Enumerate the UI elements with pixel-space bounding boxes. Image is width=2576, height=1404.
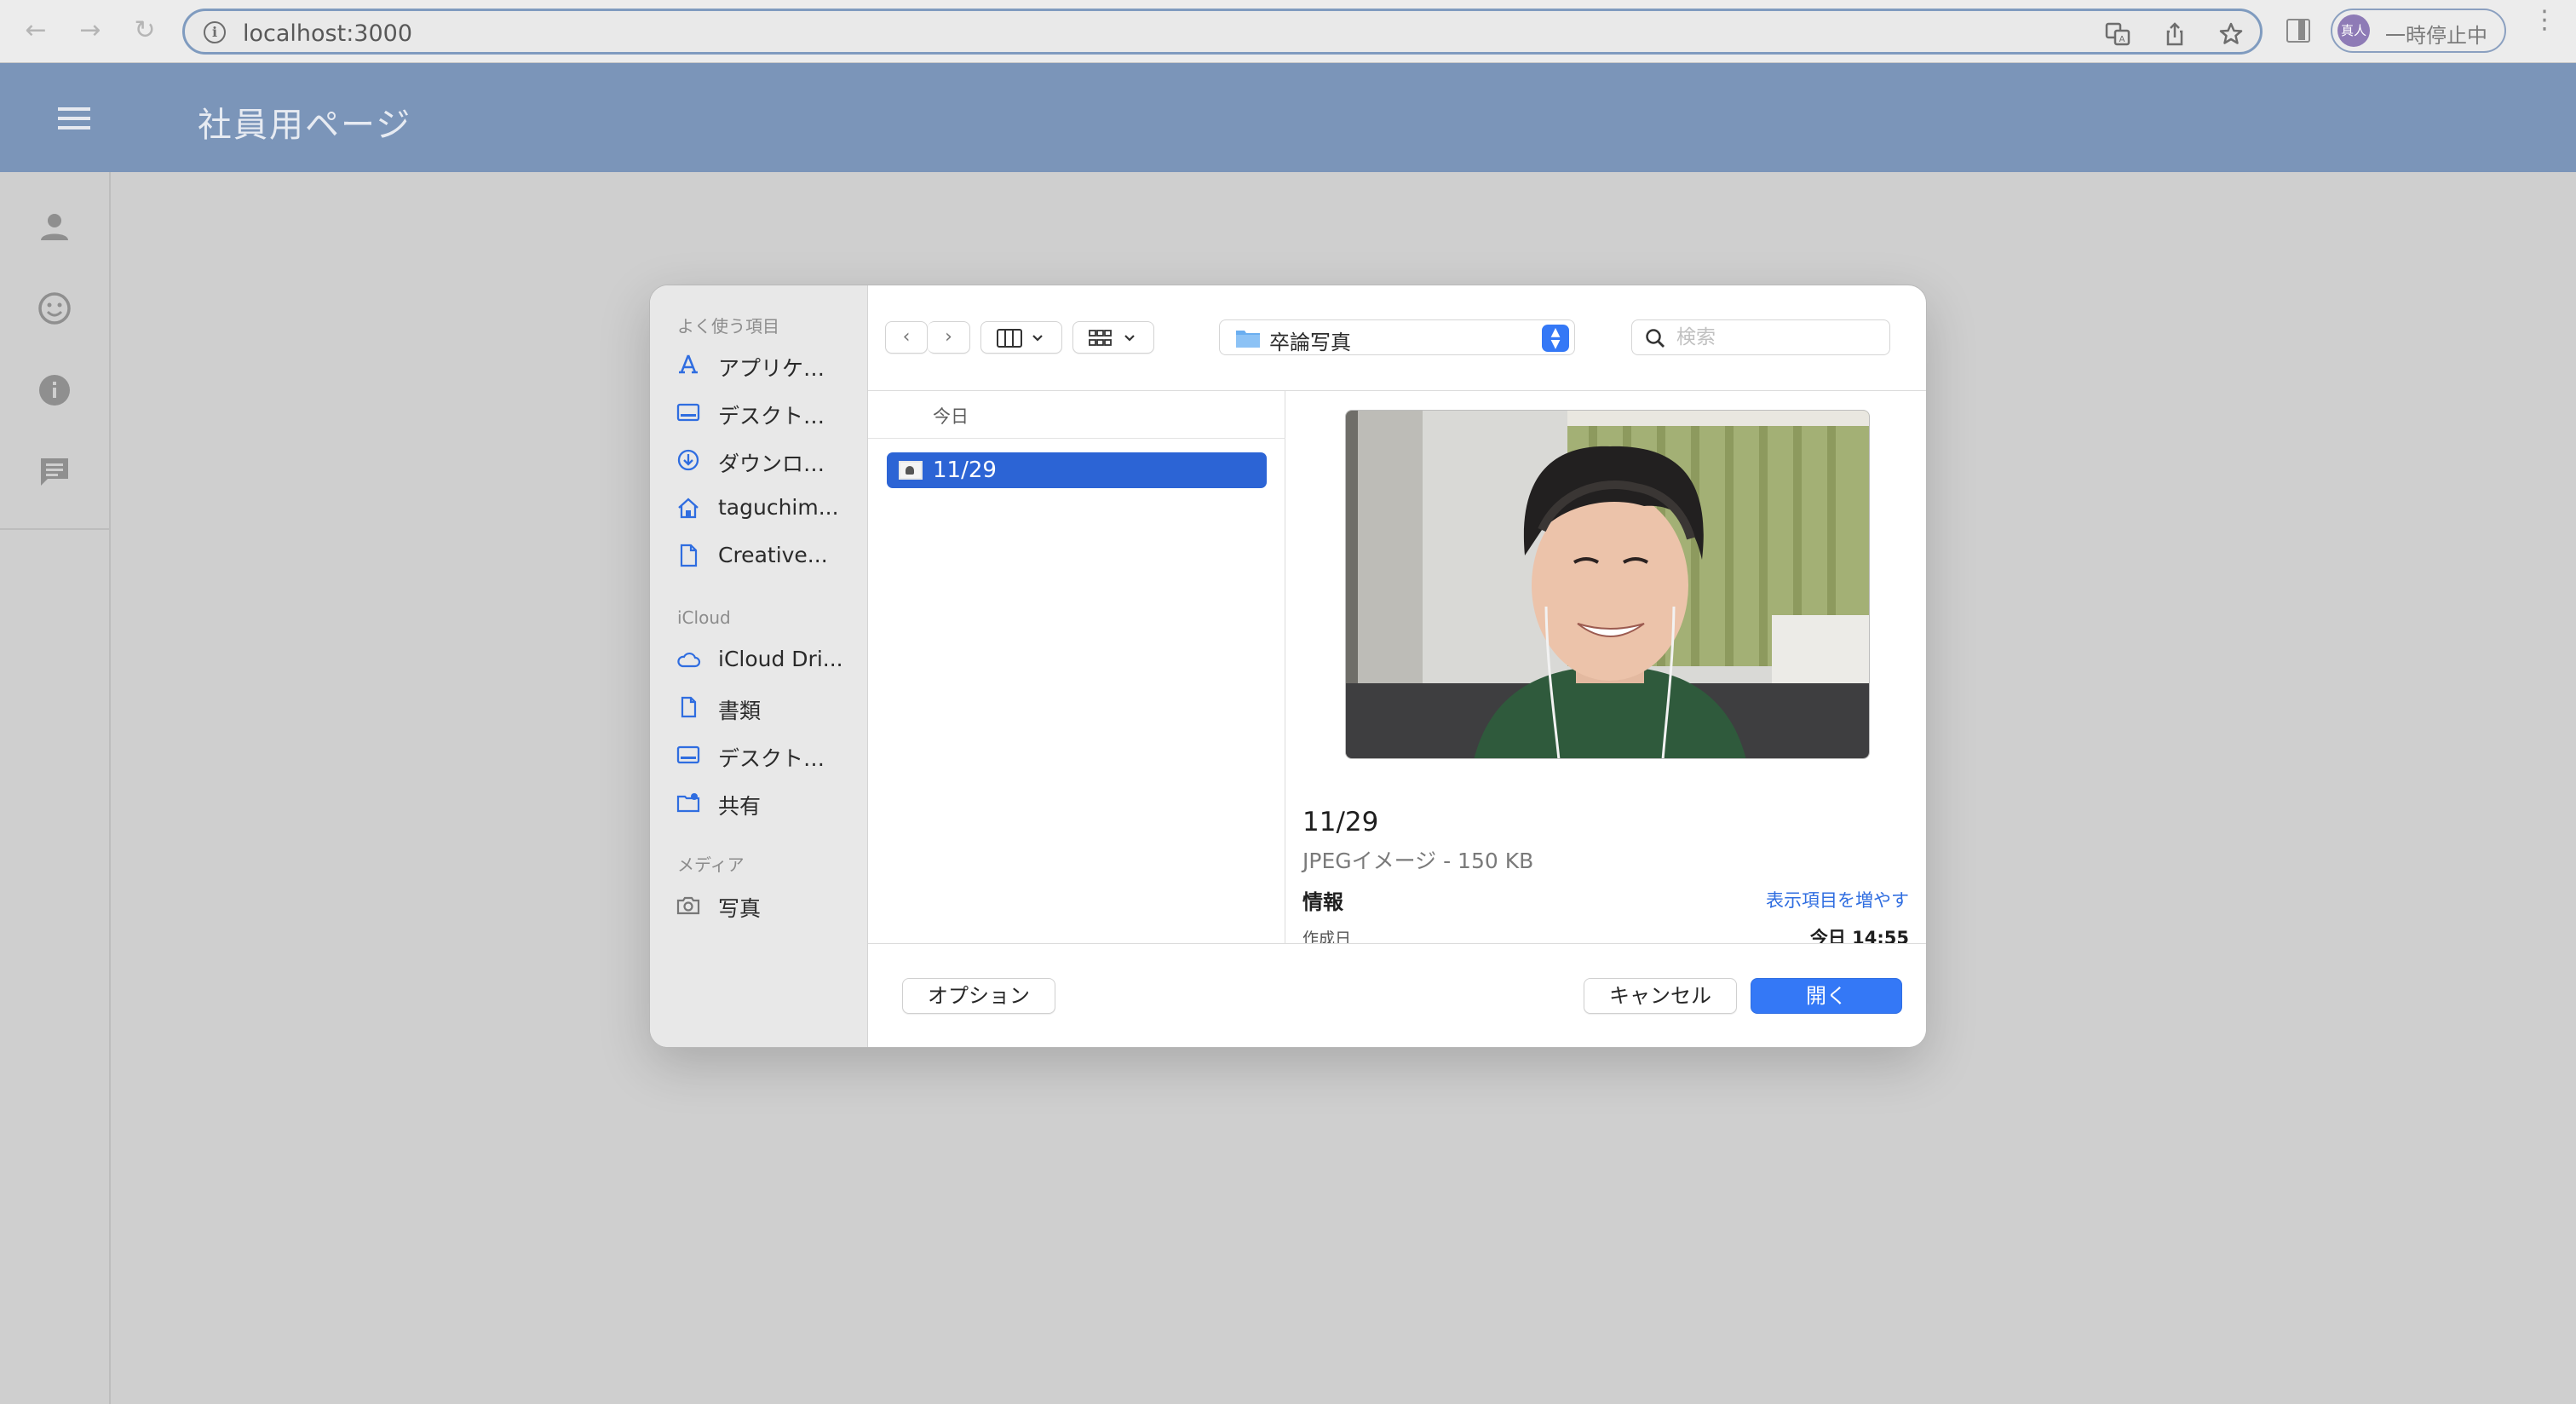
favorites-header: よく使う項目	[677, 316, 779, 337]
sidebar-item-desktop[interactable]: デスクト…	[676, 394, 863, 429]
group-header: 今日	[868, 391, 1285, 439]
address-bar[interactable]: i localhost:3000 A	[182, 9, 2263, 55]
sidebar-item-applications[interactable]: アプリケ…	[676, 347, 863, 381]
file-list: 今日 11/29	[868, 391, 1285, 943]
info-header: 情報	[1302, 890, 1343, 914]
sidebar-item-label: Creative...	[718, 543, 828, 567]
sidebar-item-shared[interactable]: 共有	[676, 785, 863, 819]
home-icon	[678, 498, 699, 519]
show-more-link[interactable]: 表示項目を増やす	[1766, 887, 1909, 912]
sidebar-item-label: デスクト…	[718, 404, 825, 429]
media-header: メディア	[677, 854, 745, 875]
sidebar-item-label: ダウンロ…	[718, 452, 825, 476]
file-name: 11/29	[933, 457, 997, 483]
preview-pane: 11/29 JPEGイメージ - 150 KB 情報 表示項目を増やす 作成日 …	[1285, 391, 1926, 948]
url-text: localhost:3000	[243, 20, 413, 47]
bookmark-star-icon[interactable]	[2217, 21, 2245, 47]
group-by-button[interactable]	[1072, 321, 1154, 354]
translate-icon[interactable]: A	[2105, 21, 2132, 47]
sidebar-item-home[interactable]: taguchim...	[676, 490, 863, 524]
applications-icon	[679, 354, 698, 374]
info-icon[interactable]	[37, 373, 72, 407]
sidebar-item-icloud-desktop[interactable]: デスクト…	[676, 737, 863, 771]
icloud-header: iCloud	[677, 607, 731, 628]
app-header: 社員用ページ	[0, 63, 2576, 172]
desktop-icon	[676, 403, 700, 422]
file-open-dialog: よく使う項目 アプリケ… デスクト… ダウンロ… taguchim... Cre…	[649, 285, 1927, 1048]
desktop-icon	[676, 745, 700, 764]
preview-file-name: 11/29	[1302, 807, 1379, 837]
search-icon	[1646, 329, 1665, 348]
sidebar-item-photos[interactable]: 写真	[676, 887, 863, 921]
forward-arrow-icon[interactable]: →	[72, 12, 109, 49]
sidebar-item-label: 書類	[718, 699, 762, 723]
dialog-sidebar: よく使う項目 アプリケ… デスクト… ダウンロ… taguchim... Cre…	[650, 285, 868, 1047]
options-button[interactable]: オプション	[902, 978, 1055, 1014]
reload-icon[interactable]: ↻	[126, 12, 164, 49]
cancel-button[interactable]: キャンセル	[1584, 978, 1737, 1014]
browser-toolbar: ← → ↻ i localhost:3000 A 真人 一時停止中 ⋮	[0, 0, 2576, 63]
sidebar-item-documents[interactable]: 書類	[676, 689, 863, 723]
location-selector[interactable]: 卒論写真 ▲ ▼	[1219, 319, 1575, 355]
share-icon[interactable]	[2161, 21, 2188, 47]
preview-file-type: JPEGイメージ - 150 KB	[1302, 849, 1534, 873]
view-mode-button[interactable]	[980, 321, 1062, 354]
svg-text:A: A	[2119, 35, 2125, 44]
profile-status: 一時停止中	[2385, 24, 2487, 48]
sidebar-item-downloads[interactable]: ダウンロ…	[676, 442, 863, 476]
search-box[interactable]	[1631, 319, 1890, 355]
sidebar-item-label: taguchim...	[718, 495, 839, 520]
grid-group-icon	[1089, 330, 1135, 346]
kebab-menu-icon[interactable]: ⋮	[2532, 8, 2557, 33]
nav-rail	[0, 172, 111, 1404]
rail-divider	[0, 528, 111, 530]
image-file-icon	[899, 461, 923, 480]
portrait-photo	[1346, 411, 1869, 758]
side-panel-icon[interactable]	[2286, 19, 2310, 43]
sidebar-item-label: 共有	[718, 794, 762, 819]
columns-view-icon	[997, 329, 1043, 348]
sidebar-item-label: 写真	[718, 896, 762, 921]
person-icon[interactable]	[37, 210, 72, 244]
open-button[interactable]: 開く	[1751, 978, 1902, 1014]
cloud-icon	[677, 652, 701, 668]
downloads-icon	[677, 449, 699, 471]
back-button[interactable]: ‹	[885, 321, 928, 354]
forward-button[interactable]: ›	[928, 321, 970, 354]
dialog-toolbar: ‹ › 卒論写真 ▲ ▼	[868, 285, 1926, 391]
sidebar-item-icloud-drive[interactable]: iCloud Dri...	[676, 642, 863, 676]
folder-icon	[1236, 331, 1260, 348]
document-icon	[680, 544, 698, 567]
avatar: 真人	[2337, 14, 2370, 47]
menu-icon[interactable]	[58, 107, 90, 129]
camera-icon	[676, 896, 700, 915]
sidebar-item-label: iCloud Dri...	[718, 647, 843, 671]
chevron-updown-icon: ▲ ▼	[1542, 325, 1569, 352]
sidebar-item-creative[interactable]: Creative...	[676, 538, 863, 572]
shared-folder-icon	[676, 793, 700, 813]
sidebar-item-label: アプリケ…	[718, 356, 825, 381]
folder-name: 卒論写真	[1269, 331, 1351, 354]
back-arrow-icon[interactable]: ←	[17, 12, 55, 49]
photo-preview	[1345, 410, 1870, 759]
dialog-footer: オプション キャンセル 開く	[868, 943, 1926, 1047]
chat-icon[interactable]	[37, 455, 72, 489]
smiley-icon[interactable]	[37, 291, 72, 325]
site-info-icon[interactable]: i	[204, 21, 226, 43]
profile-button[interactable]: 真人 一時停止中	[2331, 9, 2506, 53]
group-label: 今日	[933, 406, 969, 427]
search-input[interactable]	[1676, 325, 1881, 350]
document-icon	[681, 696, 697, 718]
file-row-selected[interactable]: 11/29	[887, 452, 1267, 488]
sidebar-item-label: デスクト…	[718, 746, 825, 771]
page-title: 社員用ページ	[198, 106, 412, 145]
